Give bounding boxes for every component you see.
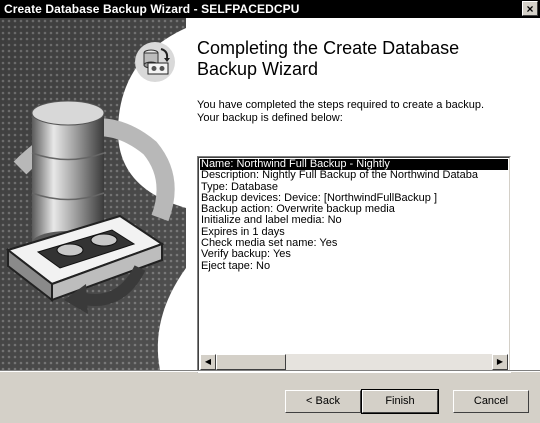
- window-title: Create Database Backup Wizard - SELFPACE…: [4, 2, 300, 16]
- cancel-button[interactable]: Cancel: [453, 390, 529, 413]
- database-backup-icon: [135, 42, 175, 82]
- summary-line-eject: Eject tape: No: [201, 259, 271, 272]
- horizontal-scrollbar[interactable]: ◀ ▶: [200, 354, 508, 370]
- summary-line-verify: Verify backup: Yes: [201, 248, 291, 261]
- page-title: Completing the Create Database Backup Wi…: [197, 38, 527, 80]
- title-bar: Create Database Backup Wizard - SELFPACE…: [0, 0, 540, 18]
- button-row: < Back Finish Cancel: [0, 389, 540, 414]
- footer-separator: [0, 370, 540, 372]
- scroll-thumb[interactable]: [216, 354, 286, 370]
- back-button[interactable]: < Back: [285, 390, 361, 413]
- wizard-window: Create Database Backup Wizard - SELFPACE…: [0, 0, 540, 423]
- page-title-line-2: Backup Wizard: [197, 59, 319, 79]
- scroll-right-button[interactable]: ▶: [492, 354, 508, 370]
- close-button[interactable]: ×: [522, 1, 538, 16]
- page-title-line-1: Completing the Create Database: [197, 38, 460, 58]
- finish-button[interactable]: Finish: [361, 389, 439, 414]
- summary-inner: Name: Northwind Full Backup - Nightly De…: [198, 157, 510, 372]
- intro-text: You have completed the steps required to…: [197, 99, 527, 125]
- summary-line-description: Description: Nightly Full Backup of the …: [201, 169, 478, 182]
- scroll-left-button[interactable]: ◀: [200, 354, 216, 370]
- intro-line-2: Your backup is defined below:: [197, 112, 343, 124]
- backup-summary-box[interactable]: Name: Northwind Full Backup - Nightly De…: [197, 156, 511, 373]
- intro-line-1: You have completed the steps required to…: [197, 99, 485, 111]
- summary-text[interactable]: Name: Northwind Full Backup - Nightly De…: [200, 159, 508, 350]
